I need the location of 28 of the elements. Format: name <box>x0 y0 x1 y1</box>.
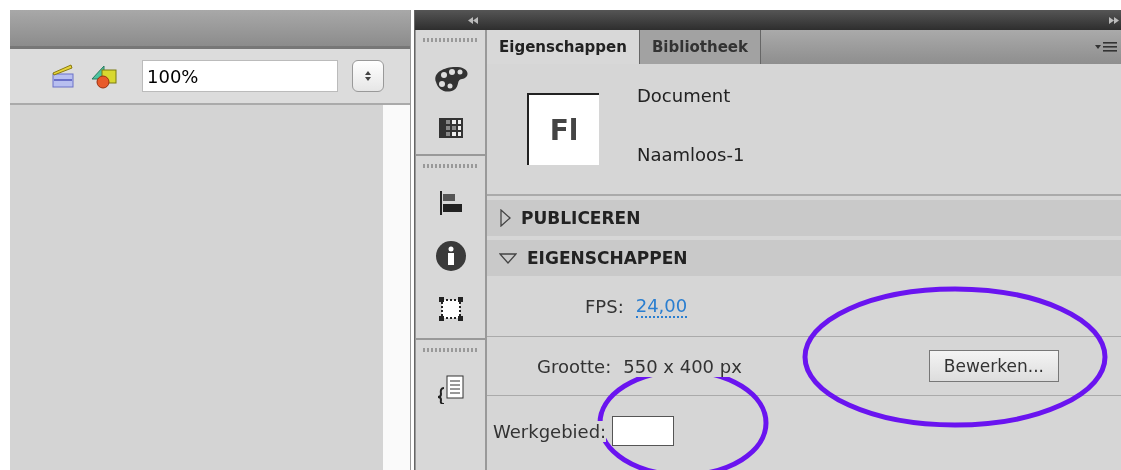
panel-tab[interactable]: Eigenschappen <box>487 30 640 64</box>
collapse-icon[interactable] <box>468 17 478 24</box>
grip-handle[interactable] <box>422 38 479 42</box>
section-header[interactable]: EIGENSCHAPPEN <box>487 240 1121 276</box>
document-name: Naamloos-1 <box>637 144 745 165</box>
grip-handle[interactable] <box>422 348 479 352</box>
up-down-arrows-icon <box>364 70 372 82</box>
panel-menu-icon[interactable] <box>1095 41 1117 53</box>
grip-handle[interactable] <box>422 164 479 168</box>
document-type: Document <box>637 85 732 106</box>
info-icon[interactable] <box>434 240 467 272</box>
zoom-stepper[interactable] <box>352 60 384 92</box>
script-icon[interactable] <box>435 374 466 404</box>
collapsed-triangle-icon <box>499 209 511 227</box>
align-icon[interactable] <box>437 190 464 216</box>
shapes-icon[interactable] <box>90 63 120 89</box>
expand-icon[interactable] <box>1109 17 1119 24</box>
expanded-triangle-icon <box>499 252 517 264</box>
edit-button[interactable]: Bewerken... <box>928 350 1059 382</box>
section-header[interactable]: PUBLICEREN <box>487 200 1121 236</box>
field-label: Werkgebied: <box>493 420 607 442</box>
zoom-field[interactable]: 100% <box>142 60 338 92</box>
clapperboard-icon[interactable] <box>50 63 76 89</box>
grid-icon[interactable] <box>438 118 463 138</box>
stage-color-swatch[interactable] <box>612 416 675 446</box>
document-icon: Fl <box>527 93 599 165</box>
panel-tab[interactable]: Bibliotheek <box>639 30 761 64</box>
transform-icon[interactable] <box>437 296 464 322</box>
